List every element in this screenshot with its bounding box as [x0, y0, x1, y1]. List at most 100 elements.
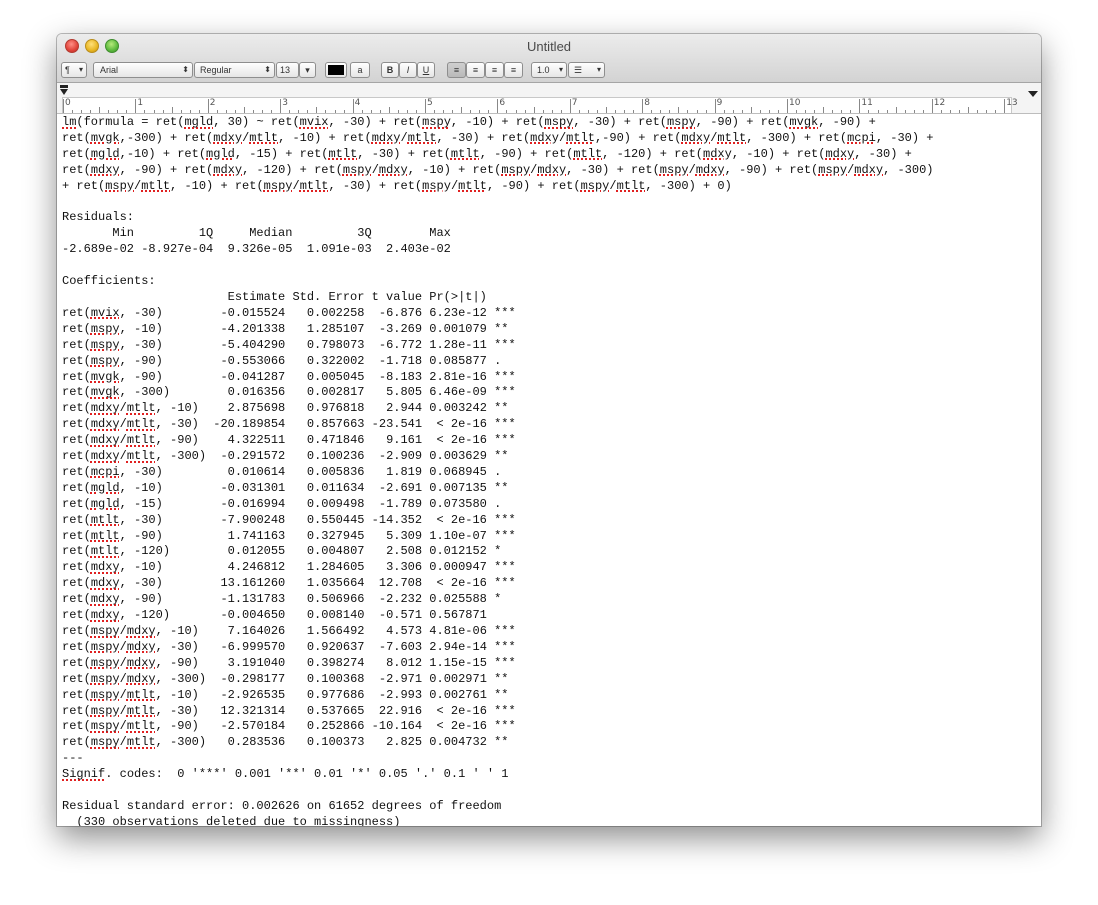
misspelled-word[interactable]: mspy: [343, 163, 372, 177]
document-color-well[interactable]: a: [350, 62, 370, 78]
line-spacing-popup[interactable]: 1.0 ▾: [531, 62, 567, 78]
misspelled-word[interactable]: mspy: [91, 735, 120, 749]
misspelled-word[interactable]: mtlt: [328, 147, 357, 161]
misspelled-word[interactable]: mtlt: [127, 417, 156, 431]
misspelled-word[interactable]: mspy: [91, 338, 120, 352]
misspelled-word[interactable]: mdxy: [127, 672, 156, 686]
paragraph-style-popup[interactable]: ¶ ▾: [61, 62, 87, 78]
misspelled-word[interactable]: mspy: [91, 640, 120, 654]
text-color-well[interactable]: [325, 62, 347, 78]
misspelled-word[interactable]: mgld: [91, 497, 120, 511]
misspelled-word[interactable]: mdxy: [681, 131, 710, 145]
misspelled-word[interactable]: Signif: [62, 767, 105, 781]
misspelled-word[interactable]: mtlt: [300, 179, 329, 193]
misspelled-word[interactable]: mtlt: [566, 131, 595, 145]
misspelled-word[interactable]: mdxy: [91, 576, 120, 590]
misspelled-word[interactable]: mspy: [501, 163, 530, 177]
misspelled-word[interactable]: mgld: [91, 147, 120, 161]
misspelled-word[interactable]: missingness: [314, 815, 393, 826]
misspelled-word[interactable]: mspy: [91, 656, 120, 670]
misspelled-word[interactable]: mdxy: [213, 131, 242, 145]
misspelled-word[interactable]: mcpi: [91, 465, 120, 479]
misspelled-word[interactable]: mdxy: [91, 417, 120, 431]
misspelled-word[interactable]: mtlt: [91, 513, 120, 527]
misspelled-word[interactable]: mdxy: [530, 131, 559, 145]
misspelled-word[interactable]: mtlt: [127, 433, 156, 447]
align-left-button[interactable]: ≡: [447, 62, 466, 78]
misspelled-word[interactable]: mdxy: [91, 592, 120, 606]
list-style-popup[interactable]: ☰ ▾: [568, 62, 605, 78]
align-center-button[interactable]: ≡: [466, 62, 485, 78]
misspelled-word[interactable]: mspy: [91, 704, 120, 718]
misspelled-word[interactable]: mtlt: [127, 735, 156, 749]
misspelled-word[interactable]: mdxy: [91, 163, 120, 177]
misspelled-word[interactable]: mdxy: [379, 163, 408, 177]
misspelled-word[interactable]: mdxy: [825, 147, 854, 161]
misspelled-word[interactable]: mdxy: [91, 433, 120, 447]
font-style-popup[interactable]: Regular ⬍: [194, 62, 275, 78]
misspelled-word[interactable]: mtlt: [249, 131, 278, 145]
first-line-indent-marker[interactable]: [60, 85, 68, 88]
misspelled-word[interactable]: mdxy: [127, 640, 156, 654]
misspelled-word[interactable]: mspy: [91, 688, 120, 702]
misspelled-word[interactable]: mspy: [91, 719, 120, 733]
font-family-popup[interactable]: Arial ⬍: [93, 62, 193, 78]
misspelled-word[interactable]: mspy: [667, 115, 696, 129]
misspelled-word[interactable]: mvgk: [789, 115, 818, 129]
misspelled-word[interactable]: mspy: [545, 115, 574, 129]
document-area[interactable]: lm(formula = ret(mgld, 30) ~ ret(mvix, -…: [57, 114, 1041, 826]
misspelled-word[interactable]: mspy: [91, 354, 120, 368]
misspelled-word[interactable]: mtlt: [127, 401, 156, 415]
misspelled-word[interactable]: mspy: [422, 179, 451, 193]
misspelled-word[interactable]: mdxy: [537, 163, 566, 177]
misspelled-word[interactable]: mdxy: [127, 624, 156, 638]
misspelled-word[interactable]: mgld: [184, 115, 213, 129]
align-right-button[interactable]: ≡: [485, 62, 504, 78]
ruler[interactable]: 0 1 2 3 4 5 6 7 8 9 10 11 12 13: [57, 83, 1041, 114]
misspelled-word[interactable]: mdxy: [91, 449, 120, 463]
misspelled-word[interactable]: mdxy: [213, 163, 242, 177]
misspelled-word[interactable]: mdxy: [91, 560, 120, 574]
misspelled-word[interactable]: mtlt: [91, 544, 120, 558]
misspelled-word[interactable]: mtlt: [127, 719, 156, 733]
misspelled-word[interactable]: mtlt: [127, 449, 156, 463]
misspelled-word[interactable]: lm: [62, 115, 76, 129]
misspelled-word[interactable]: mspy: [818, 163, 847, 177]
misspelled-word[interactable]: mdxy: [91, 401, 120, 415]
right-indent-marker[interactable]: [1028, 91, 1038, 97]
misspelled-word[interactable]: mgld: [206, 147, 235, 161]
misspelled-word[interactable]: mdxy: [854, 163, 883, 177]
italic-button[interactable]: I: [399, 62, 417, 78]
misspelled-word[interactable]: mvgk: [91, 385, 120, 399]
misspelled-word[interactable]: mcpi: [847, 131, 876, 145]
misspelled-word[interactable]: mtlt: [573, 147, 602, 161]
misspelled-word[interactable]: mspy: [581, 179, 610, 193]
misspelled-word[interactable]: mspy: [264, 179, 293, 193]
misspelled-word[interactable]: mspy: [91, 322, 120, 336]
misspelled-word[interactable]: mdxy: [372, 131, 401, 145]
misspelled-word[interactable]: mvgk: [91, 370, 120, 384]
misspelled-word[interactable]: mvix: [300, 115, 329, 129]
font-size-field[interactable]: 13: [276, 62, 299, 78]
misspelled-word[interactable]: mtlt: [141, 179, 170, 193]
misspelled-word[interactable]: mspy: [660, 163, 689, 177]
misspelled-word[interactable]: mdxy: [703, 147, 732, 161]
misspelled-word[interactable]: mvix: [91, 306, 120, 320]
misspelled-word[interactable]: mtlt: [127, 704, 156, 718]
misspelled-word[interactable]: mspy: [91, 672, 120, 686]
misspelled-word[interactable]: mspy: [422, 115, 451, 129]
misspelled-word[interactable]: mtlt: [127, 688, 156, 702]
misspelled-word[interactable]: mvgk: [91, 131, 120, 145]
misspelled-word[interactable]: mspy: [105, 179, 134, 193]
misspelled-word[interactable]: mtlt: [717, 131, 746, 145]
misspelled-word[interactable]: mtlt: [617, 179, 646, 193]
misspelled-word[interactable]: mtlt: [458, 179, 487, 193]
misspelled-word[interactable]: mdxy: [127, 656, 156, 670]
misspelled-word[interactable]: mdxy: [91, 608, 120, 622]
underline-button[interactable]: U: [417, 62, 435, 78]
misspelled-word[interactable]: mtlt: [91, 529, 120, 543]
misspelled-word[interactable]: mtlt: [451, 147, 480, 161]
bold-button[interactable]: B: [381, 62, 399, 78]
misspelled-word[interactable]: mtlt: [408, 131, 437, 145]
left-indent-marker[interactable]: [60, 89, 68, 95]
